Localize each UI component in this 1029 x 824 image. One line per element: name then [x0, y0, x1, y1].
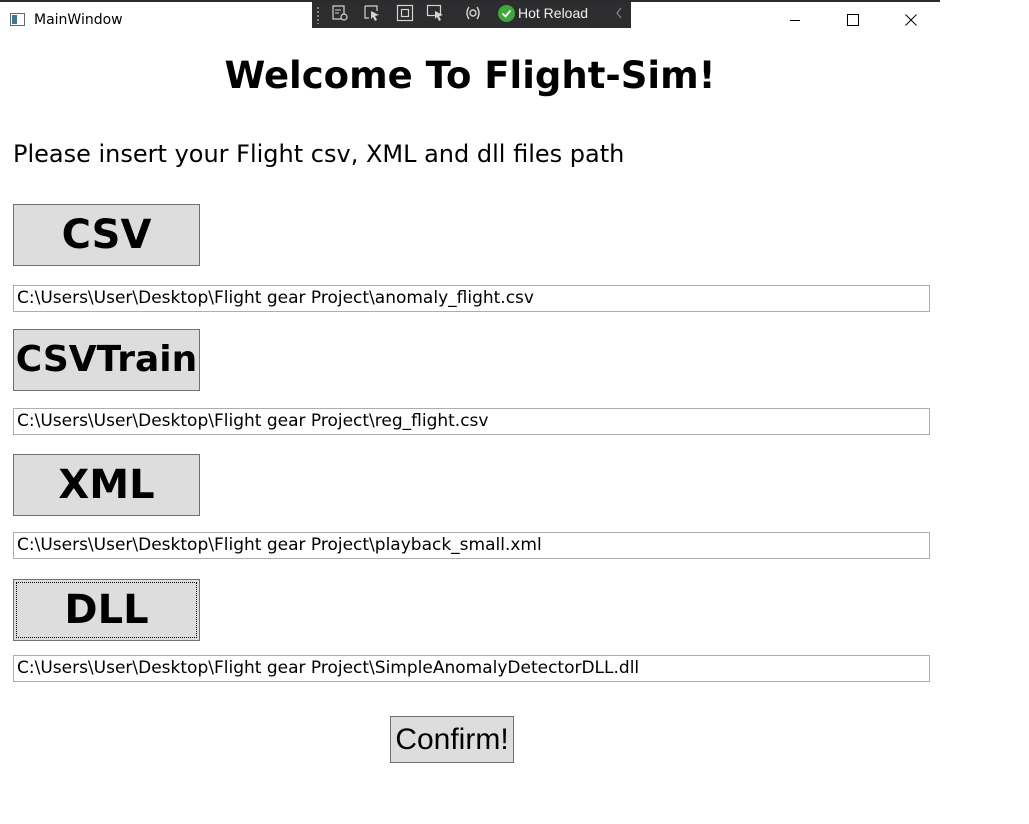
csv-train-path-field[interactable]: C:\Users\User\Desktop\Flight gear Projec… [13, 408, 930, 435]
select-element-button[interactable] [330, 3, 350, 23]
minimize-icon [790, 20, 800, 21]
select-element-icon [332, 5, 348, 21]
inspect-pointer-icon [364, 5, 379, 21]
xml-path-field[interactable]: C:\Users\User\Desktop\Flight gear Projec… [13, 532, 930, 559]
toolbar-grip[interactable] [316, 6, 320, 24]
maximize-icon [847, 14, 859, 26]
instructions-text: Please insert your Flight csv, XML and d… [13, 140, 625, 168]
close-button[interactable] [882, 2, 940, 38]
collapse-toolbar-button[interactable] [612, 3, 626, 23]
dll-button[interactable]: DLL [13, 579, 200, 641]
hot-reload-label: Hot Reload [518, 5, 589, 21]
chevron-left-icon [616, 7, 622, 19]
window-background [940, 0, 1029, 824]
xml-button[interactable]: XML [13, 454, 200, 516]
confirm-button[interactable]: Confirm! [390, 716, 514, 763]
inspect-pointer-button[interactable] [362, 3, 382, 23]
page-title: Welcome To Flight-Sim! [224, 54, 716, 97]
track-focus-button[interactable] [426, 3, 446, 23]
layout-adorner-button[interactable] [395, 3, 415, 23]
layout-adorner-icon [396, 4, 414, 22]
binding-failures-button[interactable] [463, 3, 483, 23]
minimize-button[interactable] [766, 2, 824, 38]
csv-path-field[interactable]: C:\Users\User\Desktop\Flight gear Projec… [13, 285, 930, 312]
binding-failures-icon [466, 6, 480, 20]
dll-path-field[interactable]: C:\Users\User\Desktop\Flight gear Projec… [13, 655, 930, 682]
check-icon [498, 4, 515, 22]
maximize-button[interactable] [824, 2, 882, 38]
csv-train-button[interactable]: CSVTrain [13, 329, 200, 391]
track-focus-icon [426, 4, 443, 21]
window-title: MainWindow [34, 12, 123, 28]
close-icon [905, 14, 917, 26]
hot-reload-button[interactable]: Hot Reload [498, 3, 588, 23]
csv-button[interactable]: CSV [13, 204, 200, 266]
app-icon [10, 13, 25, 26]
